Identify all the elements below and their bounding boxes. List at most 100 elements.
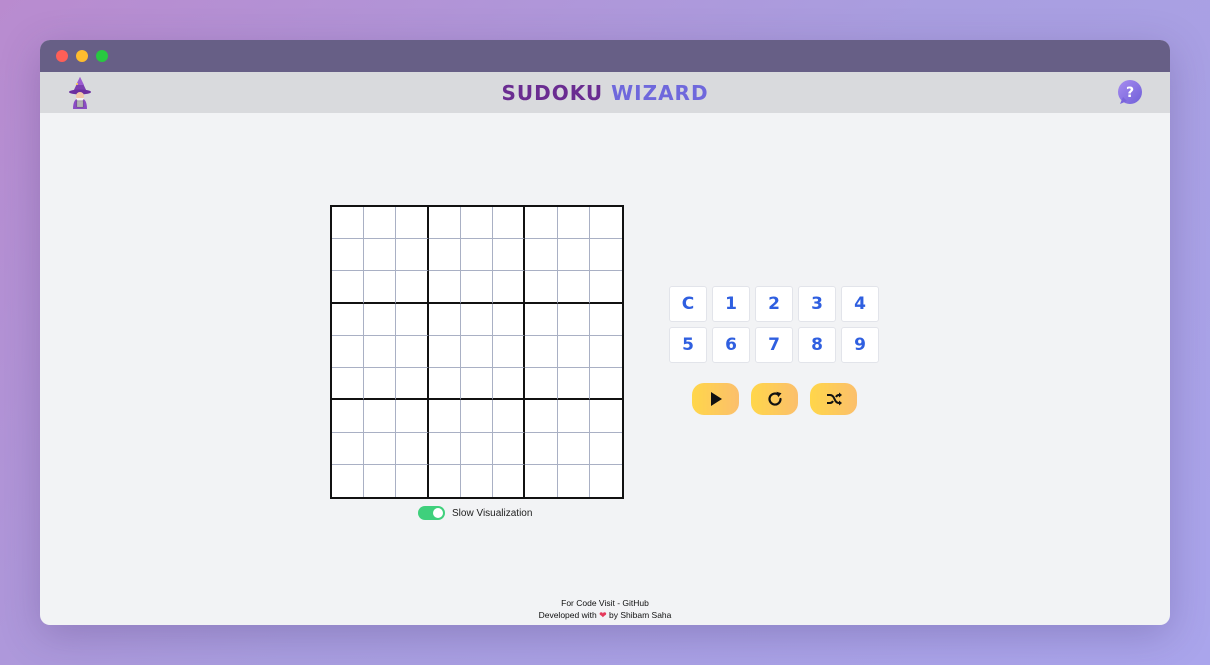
sudoku-cell[interactable] [364,335,397,369]
sudoku-cell[interactable] [460,464,494,497]
sudoku-cell[interactable] [332,335,365,369]
sudoku-cell[interactable] [332,207,365,240]
sudoku-cell[interactable] [557,400,590,433]
number-key-3[interactable]: 3 [798,286,836,322]
sudoku-cell[interactable] [396,271,429,304]
sudoku-cell[interactable] [493,400,526,433]
close-window-button[interactable] [56,50,68,62]
sudoku-cell[interactable] [396,368,429,401]
sudoku-cell[interactable] [557,335,590,369]
sudoku-cell[interactable] [525,207,558,240]
sudoku-cell[interactable] [364,303,397,336]
sudoku-cell[interactable] [493,368,526,401]
sudoku-cell[interactable] [428,303,461,336]
sudoku-cell[interactable] [525,303,558,336]
sudoku-cell[interactable] [428,464,461,497]
number-key-4[interactable]: 4 [841,286,879,322]
sudoku-cell[interactable] [589,368,622,401]
sudoku-cell[interactable] [364,400,397,433]
sudoku-cell[interactable] [525,464,558,497]
sudoku-cell[interactable] [364,464,397,497]
sudoku-cell[interactable] [557,239,590,272]
sudoku-cell[interactable] [589,464,622,497]
sudoku-cell[interactable] [493,271,526,304]
number-key-6[interactable]: 6 [712,327,750,363]
sudoku-cell[interactable] [493,432,526,465]
sudoku-cell[interactable] [396,303,429,336]
sudoku-cell[interactable] [428,239,461,272]
sudoku-cell[interactable] [525,271,558,304]
sudoku-cell[interactable] [589,432,622,465]
sudoku-cell[interactable] [493,207,526,240]
sudoku-cell[interactable] [396,464,429,497]
sudoku-cell[interactable] [396,207,429,240]
sudoku-cell[interactable] [460,368,494,401]
sudoku-cell[interactable] [332,239,365,272]
sudoku-cell[interactable] [460,239,494,272]
footer-code-link[interactable]: For Code Visit - GitHub [40,597,1170,609]
sudoku-cell[interactable] [364,271,397,304]
sudoku-cell[interactable] [525,335,558,369]
slow-visualization-switch[interactable] [418,506,445,520]
sudoku-cell[interactable] [525,239,558,272]
shuffle-button[interactable] [810,383,857,415]
clear-key-button[interactable]: C [669,286,707,322]
sudoku-cell[interactable] [589,207,622,240]
sudoku-cell[interactable] [525,432,558,465]
sudoku-cell[interactable] [396,239,429,272]
sudoku-cell[interactable] [364,207,397,240]
minimize-window-button[interactable] [76,50,88,62]
sudoku-cell[interactable] [364,432,397,465]
sudoku-cell[interactable] [428,271,461,304]
sudoku-cell[interactable] [428,368,461,401]
sudoku-cell[interactable] [493,239,526,272]
sudoku-cell[interactable] [460,207,494,240]
sudoku-cell[interactable] [557,303,590,336]
sudoku-cell[interactable] [589,271,622,304]
sudoku-cell[interactable] [525,400,558,433]
maximize-window-button[interactable] [96,50,108,62]
play-button[interactable] [692,383,739,415]
sudoku-cell[interactable] [428,207,461,240]
sudoku-cell[interactable] [589,303,622,336]
sudoku-cell[interactable] [493,335,526,369]
sudoku-cell[interactable] [525,368,558,401]
sudoku-cell[interactable] [364,239,397,272]
sudoku-cell[interactable] [332,400,365,433]
sudoku-cell[interactable] [428,432,461,465]
sudoku-cell[interactable] [557,368,590,401]
sudoku-cell[interactable] [332,432,365,465]
sudoku-cell[interactable] [460,432,494,465]
sudoku-cell[interactable] [396,400,429,433]
sudoku-cell[interactable] [332,271,365,304]
sudoku-cell[interactable] [396,432,429,465]
sudoku-cell[interactable] [557,271,590,304]
number-key-7[interactable]: 7 [755,327,793,363]
sudoku-cell[interactable] [557,464,590,497]
sudoku-cell[interactable] [589,400,622,433]
sudoku-cell[interactable] [589,335,622,369]
sudoku-cell[interactable] [557,207,590,240]
number-key-1[interactable]: 1 [712,286,750,322]
sudoku-cell[interactable] [460,303,494,336]
sudoku-cell[interactable] [396,335,429,369]
sudoku-cell[interactable] [460,335,494,369]
number-key-8[interactable]: 8 [798,327,836,363]
number-key-5[interactable]: 5 [669,327,707,363]
help-bubble-icon[interactable]: ? [1114,78,1144,108]
sudoku-cell[interactable] [332,464,365,497]
sudoku-cell[interactable] [493,464,526,497]
reset-button[interactable] [751,383,798,415]
number-key-2[interactable]: 2 [755,286,793,322]
sudoku-cell[interactable] [460,271,494,304]
sudoku-cell[interactable] [364,368,397,401]
number-key-9[interactable]: 9 [841,327,879,363]
sudoku-cell[interactable] [332,368,365,401]
sudoku-cell[interactable] [428,400,461,433]
sudoku-cell[interactable] [460,400,494,433]
sudoku-cell[interactable] [493,303,526,336]
sudoku-cell[interactable] [589,239,622,272]
sudoku-cell[interactable] [557,432,590,465]
sudoku-cell[interactable] [428,335,461,369]
sudoku-cell[interactable] [332,303,365,336]
